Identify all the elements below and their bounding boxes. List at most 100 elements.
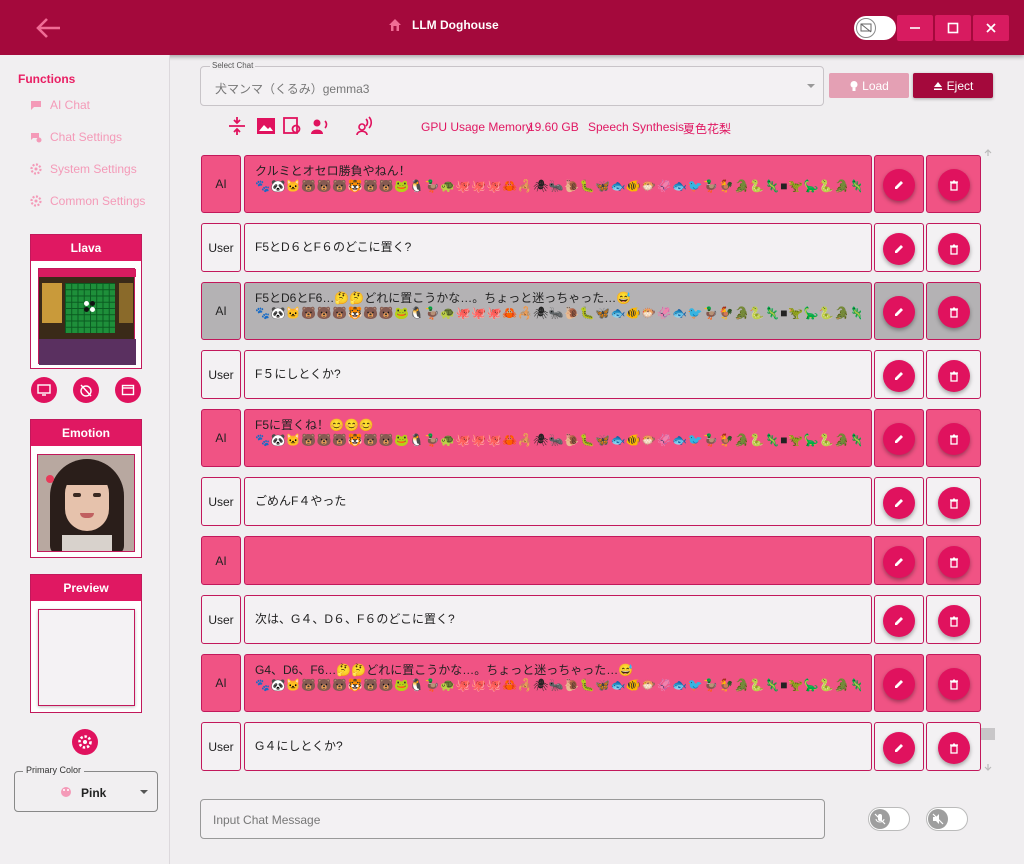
emotion-title: Emotion [31, 420, 141, 446]
message-content[interactable]: クルミとオセロ勝負やねん！ 🐾🐼🐱🐻🐻🐻🐯🐻🐻🐸🐧🦆🐢🐙🐙🐙🦀🦂🕷🐜🐌🐛🦋🐟🐠🐡🦑… [244, 155, 872, 213]
message-content[interactable]: F5とD6とF6…🤔🤔どれに置こうかな…。ちょっと迷っちゃった…😅 🐾🐼🐱🐻🐻🐻🐯… [244, 282, 872, 340]
close-button[interactable] [973, 15, 1009, 41]
load-button[interactable]: Load [829, 73, 909, 98]
delete-button[interactable] [938, 546, 970, 578]
message-role: AI [201, 409, 241, 467]
delete-button[interactable] [938, 423, 970, 455]
message-role: AI [201, 155, 241, 213]
message-content[interactable]: G４にしとくか? [244, 722, 872, 771]
delete-button[interactable] [938, 732, 970, 764]
edit-button[interactable] [883, 546, 915, 578]
screen-toggle[interactable] [854, 16, 896, 40]
llava-title: Llava [31, 235, 141, 261]
chat-message-row: User F5とD６とF６のどこに置く? [201, 223, 981, 272]
chat-message-input[interactable] [213, 810, 803, 830]
gpu-usage-label: GPU Usage Memory [421, 120, 532, 134]
primary-color-label: Primary Color [23, 765, 85, 775]
scroll-down-icon[interactable] [983, 762, 993, 772]
trash-icon [948, 615, 960, 627]
back-arrow-icon[interactable] [34, 14, 64, 42]
edit-button[interactable] [883, 169, 915, 201]
edit-button[interactable] [883, 296, 915, 328]
speaker-toggle[interactable] [926, 807, 968, 831]
voice-person-icon[interactable] [310, 116, 330, 136]
chat-message-row: AI [201, 536, 981, 585]
eject-button[interactable]: Eject [913, 73, 993, 98]
screen-capture-button[interactable] [31, 377, 57, 403]
edit-cell [874, 409, 924, 467]
message-content[interactable]: G4、D6、F6…🤔🤔どれに置こうかな…。ちょっと迷っちゃった…😅 🐾🐼🐱🐻🐻🐻🐯… [244, 654, 872, 712]
select-chat-dropdown[interactable]: Select Chat 犬マンマ（くるみ）gemma3 [200, 61, 824, 106]
edit-cell [874, 477, 924, 526]
speech-synthesis-value: 夏色花梨 [683, 122, 732, 136]
message-text: F5とD６とF６のどこに置く? [255, 240, 412, 254]
edit-button[interactable] [883, 668, 915, 700]
scrollbar-thumb[interactable] [981, 728, 995, 740]
trash-icon [948, 556, 960, 568]
message-content[interactable]: F5とD６とF６のどこに置く? [244, 223, 872, 272]
emotion-panel: Emotion [30, 419, 142, 558]
chat-message-row: User G４にしとくか? [201, 722, 981, 771]
timer-off-button[interactable] [73, 377, 99, 403]
eject-label: Eject [946, 78, 974, 93]
screen-off-icon [856, 18, 876, 38]
trash-icon [948, 678, 960, 690]
edit-button[interactable] [883, 423, 915, 455]
delete-cell [926, 654, 981, 712]
edit-button[interactable] [883, 233, 915, 265]
message-role: User [201, 595, 241, 644]
avatar-image [37, 454, 135, 552]
speech-recognition-icon[interactable] [354, 116, 374, 136]
edit-button[interactable] [883, 732, 915, 764]
message-content[interactable]: F5に置くね！😊😊😊 🐾🐼🐱🐻🐻🐻🐯🐻🐻🐸🐧🦆🐢🐙🐙🐙🦀🦂🕷🐜🐌🐛🦋🐟🐠🐡🦑🐟🐦🦆… [244, 409, 872, 467]
message-role: AI [201, 282, 241, 340]
select-chat-label: Select Chat [210, 61, 256, 70]
delete-button[interactable] [938, 233, 970, 265]
message-content[interactable]: 次は、G４、D６、F６のどこに置く? [244, 595, 872, 644]
message-text: F5に置くね！😊😊😊 [255, 418, 374, 432]
edit-button[interactable] [883, 487, 915, 519]
chevron-down-icon [140, 790, 148, 794]
delete-button[interactable] [938, 668, 970, 700]
edit-button[interactable] [883, 605, 915, 637]
edit-cell [874, 155, 924, 213]
pencil-icon [893, 742, 905, 754]
sidebar-item-ai-chat[interactable]: AI Chat [30, 98, 90, 112]
edit-cell [874, 223, 924, 272]
chat-message-row: AI F5とD6とF6…🤔🤔どれに置こうかな…。ちょっと迷っちゃった…😅 🐾🐼🐱🐻🐻… [201, 282, 981, 340]
close-icon [986, 23, 996, 33]
minimize-button[interactable] [897, 15, 933, 41]
window-button[interactable] [115, 377, 141, 403]
message-content[interactable]: ごめんF４やった [244, 477, 872, 526]
mic-toggle[interactable] [868, 807, 910, 831]
edit-cell [874, 282, 924, 340]
trash-icon [948, 742, 960, 754]
delete-button[interactable] [938, 360, 970, 392]
message-role: User [201, 477, 241, 526]
delete-cell [926, 350, 981, 399]
llava-panel: Llava [30, 234, 142, 369]
delete-button[interactable] [938, 169, 970, 201]
edit-button[interactable] [883, 360, 915, 392]
primary-color-select[interactable]: Primary Color Pink [14, 765, 158, 812]
image-search-icon[interactable] [282, 116, 302, 136]
compress-icon[interactable] [228, 116, 246, 136]
message-content[interactable]: F５にしとくか? [244, 350, 872, 399]
message-role: AI [201, 654, 241, 712]
edit-cell [874, 595, 924, 644]
sidebar-item-common-settings[interactable]: Common Settings [30, 194, 145, 208]
message-content[interactable] [244, 536, 872, 585]
delete-button[interactable] [938, 487, 970, 519]
maximize-button[interactable] [935, 15, 971, 41]
sidebar-item-chat-settings[interactable]: Chat Settings [30, 130, 122, 144]
settings-button[interactable] [72, 729, 98, 755]
scroll-up-icon[interactable] [983, 148, 993, 158]
delete-cell [926, 477, 981, 526]
primary-color-value: Pink [81, 786, 107, 800]
delete-button[interactable] [938, 296, 970, 328]
settings-icon [30, 195, 42, 207]
delete-button[interactable] [938, 605, 970, 637]
sidebar-item-system-settings[interactable]: System Settings [30, 162, 137, 176]
pencil-icon [893, 370, 905, 382]
image-icon[interactable] [256, 116, 276, 136]
